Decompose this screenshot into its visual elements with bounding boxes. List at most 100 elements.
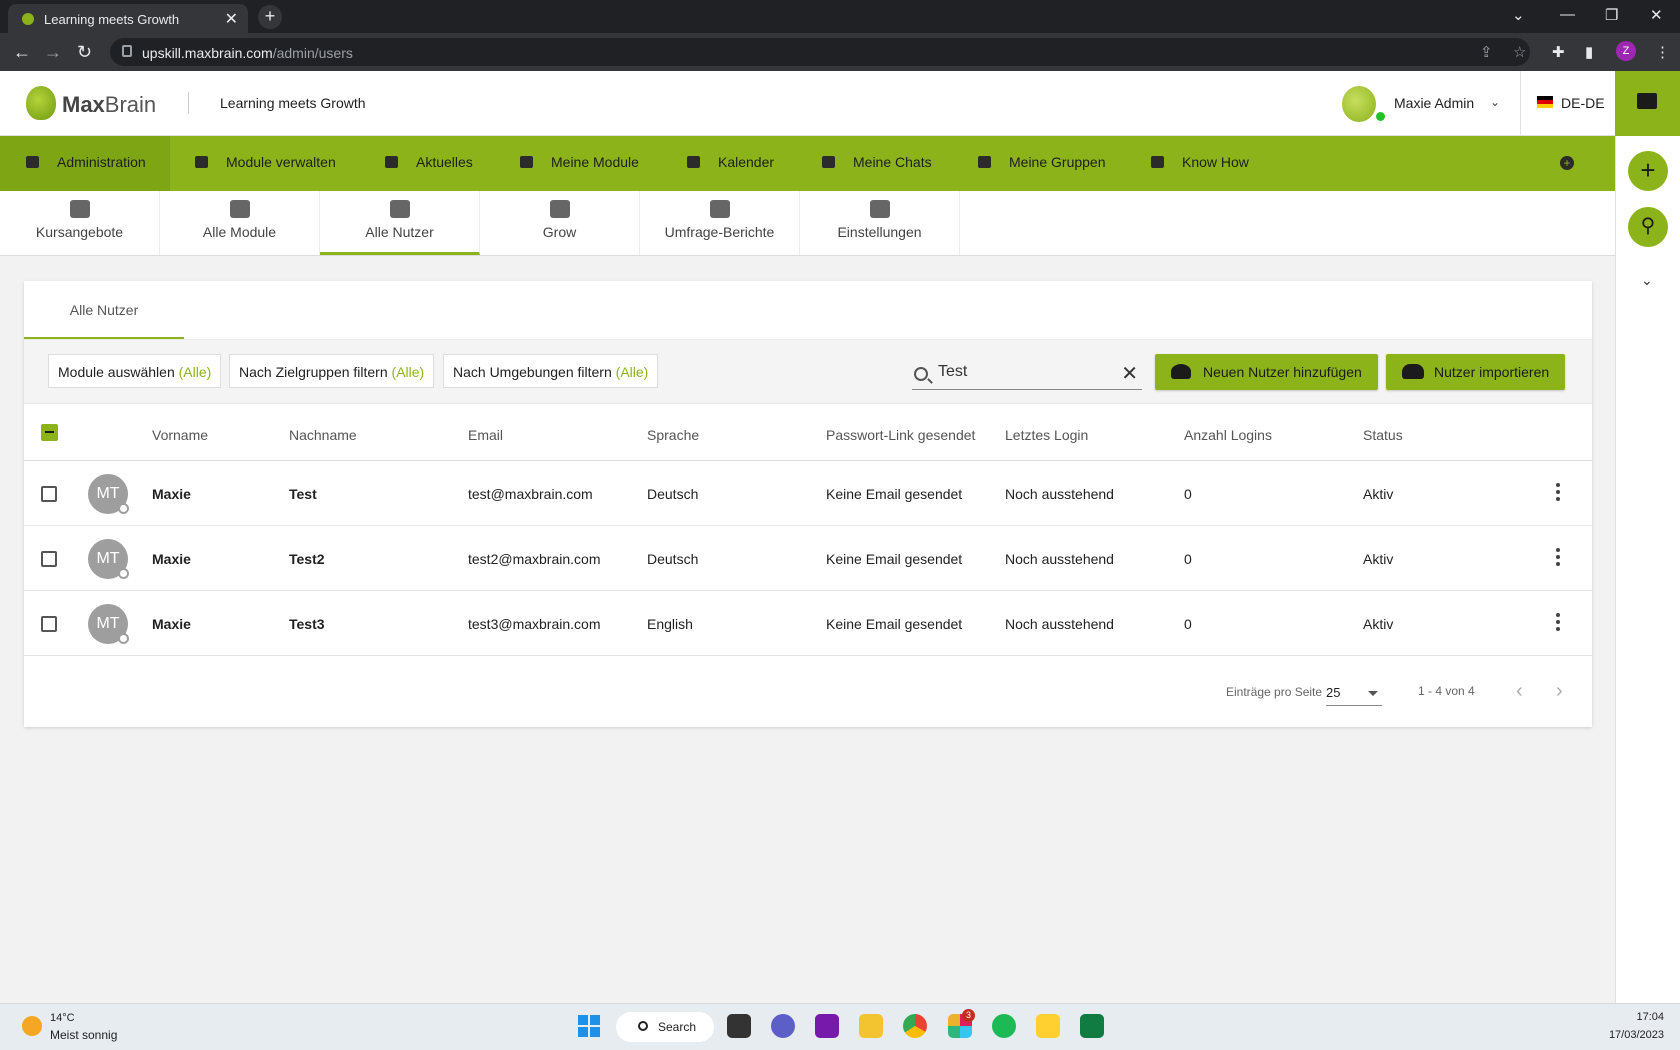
search-icon[interactable]: ⚲: [1628, 207, 1668, 247]
task-view-icon[interactable]: [727, 1014, 751, 1038]
logo-text[interactable]: MaxBrain: [62, 92, 156, 118]
forward-icon[interactable]: →: [44, 42, 62, 63]
share-icon[interactable]: ⇪: [1480, 43, 1493, 61]
tab-grow[interactable]: Grow: [480, 191, 640, 255]
new-tab-button[interactable]: +: [258, 5, 282, 29]
table-row[interactable]: MT Maxie Test2 test2@maxbrain.com Deutsc…: [24, 526, 1592, 591]
target-group-filter-button[interactable]: Nach Zielgruppen filtern (Alle): [229, 354, 435, 388]
nav-item-kalender[interactable]: Kalender: [687, 136, 774, 191]
reload-icon[interactable]: ↻: [77, 42, 92, 63]
nav-item-meine-gruppen[interactable]: Meine Gruppen: [978, 136, 1106, 191]
last-name: Test3: [289, 616, 325, 632]
lock-icon: [122, 45, 132, 57]
row-checkbox[interactable]: [41, 551, 57, 567]
collapse-chevron-icon[interactable]: ⌄: [1641, 272, 1653, 289]
column-header[interactable]: Email: [468, 427, 503, 443]
restore-icon[interactable]: ❐: [1605, 6, 1618, 24]
maxbrain-logo-icon[interactable]: [26, 86, 56, 120]
weather-temp[interactable]: 14°C: [50, 1012, 75, 1024]
row-checkbox[interactable]: [41, 616, 57, 632]
tab-einstellungen[interactable]: Einstellungen: [800, 191, 960, 255]
nav-item-know-how[interactable]: Know How: [1151, 136, 1249, 191]
nav-item-module-verwalten[interactable]: Module verwalten: [195, 136, 336, 191]
side-panel-icon[interactable]: ▮: [1585, 43, 1593, 61]
groups-icon: [978, 156, 991, 168]
search-input[interactable]: [938, 363, 1118, 381]
per-page-select[interactable]: 25: [1326, 680, 1382, 706]
column-header[interactable]: Nachname: [289, 427, 357, 443]
back-icon[interactable]: ←: [13, 42, 31, 63]
prev-page-icon[interactable]: ‹: [1516, 680, 1523, 703]
weather-summary[interactable]: Meist sonnig: [50, 1028, 117, 1042]
presence-dot: [118, 633, 129, 644]
environment-filter-button[interactable]: Nach Umgebungen filtern (Alle): [443, 354, 659, 388]
next-page-icon[interactable]: ›: [1556, 680, 1563, 703]
browser-tab[interactable]: Learning meets Growth ✕: [8, 4, 248, 33]
tab-kursangebote[interactable]: Kursangebote: [0, 191, 160, 255]
column-header[interactable]: Anzahl Logins: [1184, 427, 1272, 443]
clock-date[interactable]: 17/03/2023: [1600, 1029, 1664, 1041]
onenote-icon[interactable]: [815, 1014, 839, 1038]
language-selector[interactable]: DE-DE: [1561, 95, 1605, 111]
teams-chat-icon[interactable]: [771, 1014, 795, 1038]
minimize-icon[interactable]: —: [1560, 6, 1575, 23]
omnibox[interactable]: upskill.maxbrain.com/admin/users: [110, 38, 1530, 66]
chat-bubble-icon: [1637, 93, 1657, 109]
column-header[interactable]: Vorname: [152, 427, 208, 443]
taskbar-search[interactable]: Search: [616, 1012, 714, 1042]
nav-item-administration[interactable]: Administration: [0, 136, 170, 191]
tab-alle-module[interactable]: Alle Module: [160, 191, 320, 255]
add-user-button[interactable]: Neuen Nutzer hinzufügen: [1155, 354, 1378, 390]
miro-icon[interactable]: [1036, 1014, 1060, 1038]
login-count: 0: [1184, 616, 1192, 632]
nav-item-aktuelles[interactable]: Aktuelles: [385, 136, 473, 191]
clear-search-icon[interactable]: ✕: [1121, 361, 1138, 386]
tab-search-chevron-icon[interactable]: ⌄: [1512, 6, 1525, 24]
german-flag-icon[interactable]: [1537, 96, 1553, 108]
select-all-checkbox[interactable]: [41, 424, 58, 441]
spotify-icon[interactable]: [992, 1014, 1016, 1038]
column-header[interactable]: Sprache: [647, 427, 699, 443]
extensions-icon[interactable]: ✚: [1552, 43, 1565, 61]
user-name[interactable]: Maxie Admin: [1394, 95, 1474, 111]
presence-dot: [118, 568, 129, 579]
more-vertical-icon[interactable]: [1556, 613, 1560, 633]
table-row[interactable]: MT Maxie Test test@maxbrain.com Deutsch …: [24, 461, 1592, 526]
search-field[interactable]: ✕: [912, 358, 1142, 390]
login-count: 0: [1184, 486, 1192, 502]
course-offer-icon: [69, 200, 90, 218]
chrome-icon[interactable]: [903, 1014, 927, 1038]
more-vertical-icon[interactable]: [1556, 548, 1560, 568]
table-row[interactable]: MT Maxie Test3 test3@maxbrain.com Englis…: [24, 591, 1592, 656]
file-explorer-icon[interactable]: [859, 1014, 883, 1038]
column-header[interactable]: Letztes Login: [1005, 427, 1088, 443]
row-checkbox[interactable]: [41, 486, 57, 502]
more-vertical-icon[interactable]: [1556, 483, 1560, 503]
card-tab-alle-nutzer[interactable]: Alle Nutzer: [24, 281, 184, 339]
email: test3@maxbrain.com: [468, 616, 601, 632]
column-header[interactable]: Passwort-Link gesendet: [826, 427, 975, 443]
clock-time[interactable]: 17:04: [1620, 1011, 1664, 1023]
nav-item-meine-chats[interactable]: Meine Chats: [822, 136, 932, 191]
nav-item-meine-module[interactable]: Meine Module: [520, 136, 639, 191]
chat-button[interactable]: [1615, 71, 1680, 136]
import-users-button[interactable]: Nutzer importieren: [1386, 354, 1566, 390]
chevron-down-icon[interactable]: ⌄: [1490, 95, 1500, 109]
online-status-dot: [1376, 112, 1385, 121]
add-button[interactable]: +: [1628, 151, 1668, 191]
close-tab-icon[interactable]: ✕: [225, 9, 238, 29]
module-filter-button[interactable]: Module auswählen (Alle): [48, 354, 222, 388]
column-header[interactable]: Status: [1363, 427, 1403, 443]
last-name: Test: [289, 486, 317, 502]
browser-menu-icon[interactable]: ⋮: [1655, 43, 1670, 61]
window-close-icon[interactable]: ✕: [1650, 6, 1663, 24]
weather-sun-icon[interactable]: [22, 1016, 42, 1036]
profile-avatar[interactable]: Z: [1616, 41, 1636, 61]
bookmark-star-icon[interactable]: ☆: [1513, 43, 1526, 61]
windows-start-icon[interactable]: [578, 1015, 600, 1037]
excel-icon[interactable]: [1080, 1014, 1104, 1038]
tab-umfrage-berichte[interactable]: Umfrage-Berichte: [640, 191, 800, 255]
user-avatar[interactable]: [1342, 86, 1376, 122]
nav-add-icon[interactable]: +: [1560, 156, 1574, 170]
tab-alle-nutzer[interactable]: Alle Nutzer: [320, 191, 480, 255]
